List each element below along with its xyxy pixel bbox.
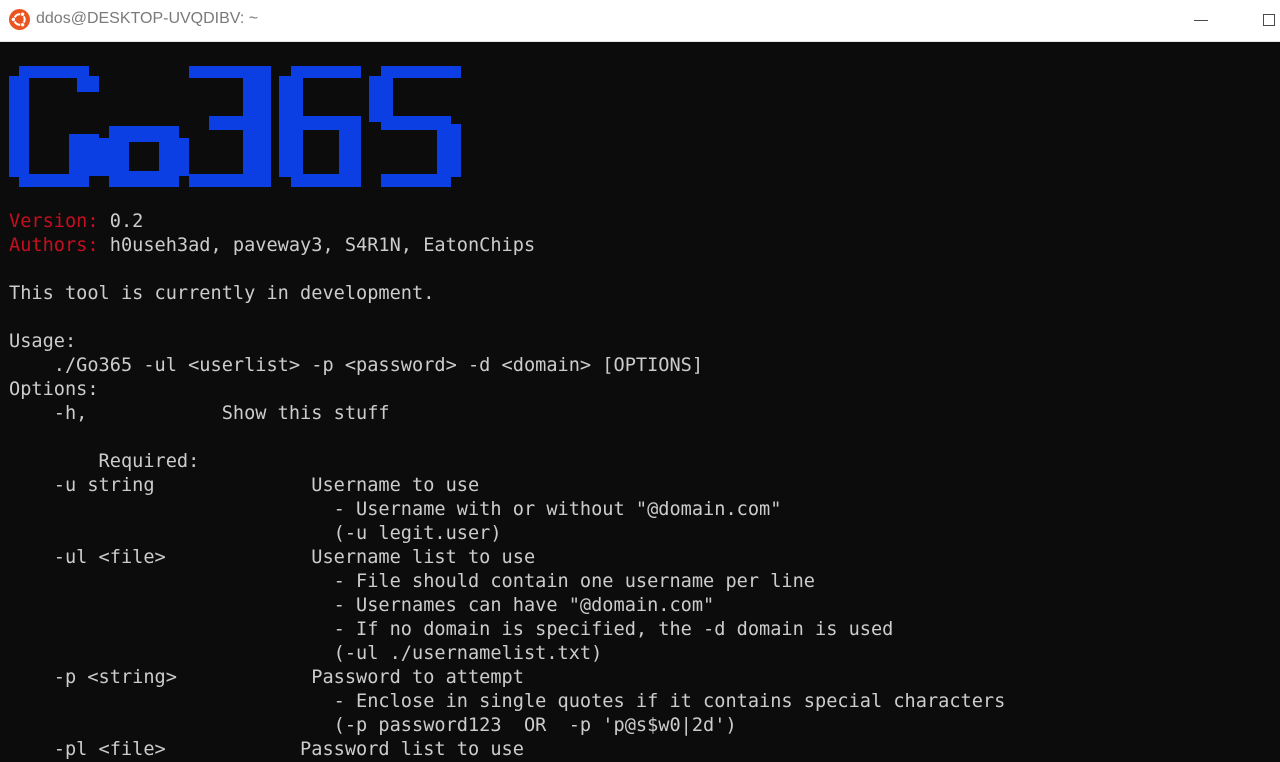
option-p-desc-1: - Enclose in single quotes if it contain… — [9, 691, 1006, 712]
option-ul-desc-1: - File should contain one username per l… — [9, 571, 815, 592]
option-u-desc-2: (-u legit.user) — [9, 523, 502, 544]
option-p: -p <string> Password to attempt — [9, 667, 524, 688]
version-line: Version: 0.2 — [9, 210, 143, 234]
options-header: Options: — [9, 379, 99, 400]
option-p-desc-2: (-p password123 OR -p 'p@s$w0|2d') — [9, 715, 737, 736]
option-u-desc-1: - Username with or without "@domain.com" — [9, 499, 782, 520]
maximize-button[interactable] — [1246, 0, 1280, 40]
option-ul: -ul <file> Username list to use — [9, 547, 536, 568]
window-title: ddos@DESKTOP-UVQDIBV: ~ — [36, 10, 259, 27]
authors-label: Authors: — [9, 235, 99, 256]
dev-notice: This tool is currently in development. — [9, 283, 435, 304]
option-pl: -pl <file> Password list to use — [9, 739, 524, 760]
option-ul-desc-2: - Usernames can have "@domain.com" — [9, 595, 715, 616]
version-label: Version: — [9, 211, 99, 232]
option-ul-desc-3: - If no domain is specified, the -d doma… — [9, 619, 894, 640]
terminal-output[interactable]: Version: 0.2 Authors: h0useh3ad, paveway… — [0, 42, 1280, 762]
authors-value: h0useh3ad, paveway3, S4R1N, EatonChips — [98, 235, 536, 256]
version-value: 0.2 — [98, 211, 144, 232]
usage-header: Usage: — [9, 331, 77, 352]
maximize-icon — [1263, 14, 1275, 26]
minimize-icon — [1194, 19, 1208, 21]
title-bar[interactable]: ddos@DESKTOP-UVQDIBV: ~ — [0, 0, 1280, 42]
minimize-button[interactable] — [1178, 0, 1224, 40]
authors-line: Authors: h0useh3ad, paveway3, S4R1N, Eat… — [9, 234, 535, 258]
terminal-window: ddos@DESKTOP-UVQDIBV: ~ Version: 0.2 Aut… — [0, 0, 1280, 762]
usage-command: ./Go365 -ul <userlist> -p <password> -d … — [9, 355, 704, 376]
option-u: -u string Username to use — [9, 475, 480, 496]
required-header: Required: — [9, 451, 200, 472]
go365-ascii-banner — [9, 66, 461, 187]
option-ul-desc-4: (-ul ./usernamelist.txt) — [9, 643, 603, 664]
option-h: -h, Show this stuff — [9, 403, 390, 424]
ubuntu-icon[interactable] — [9, 9, 30, 30]
